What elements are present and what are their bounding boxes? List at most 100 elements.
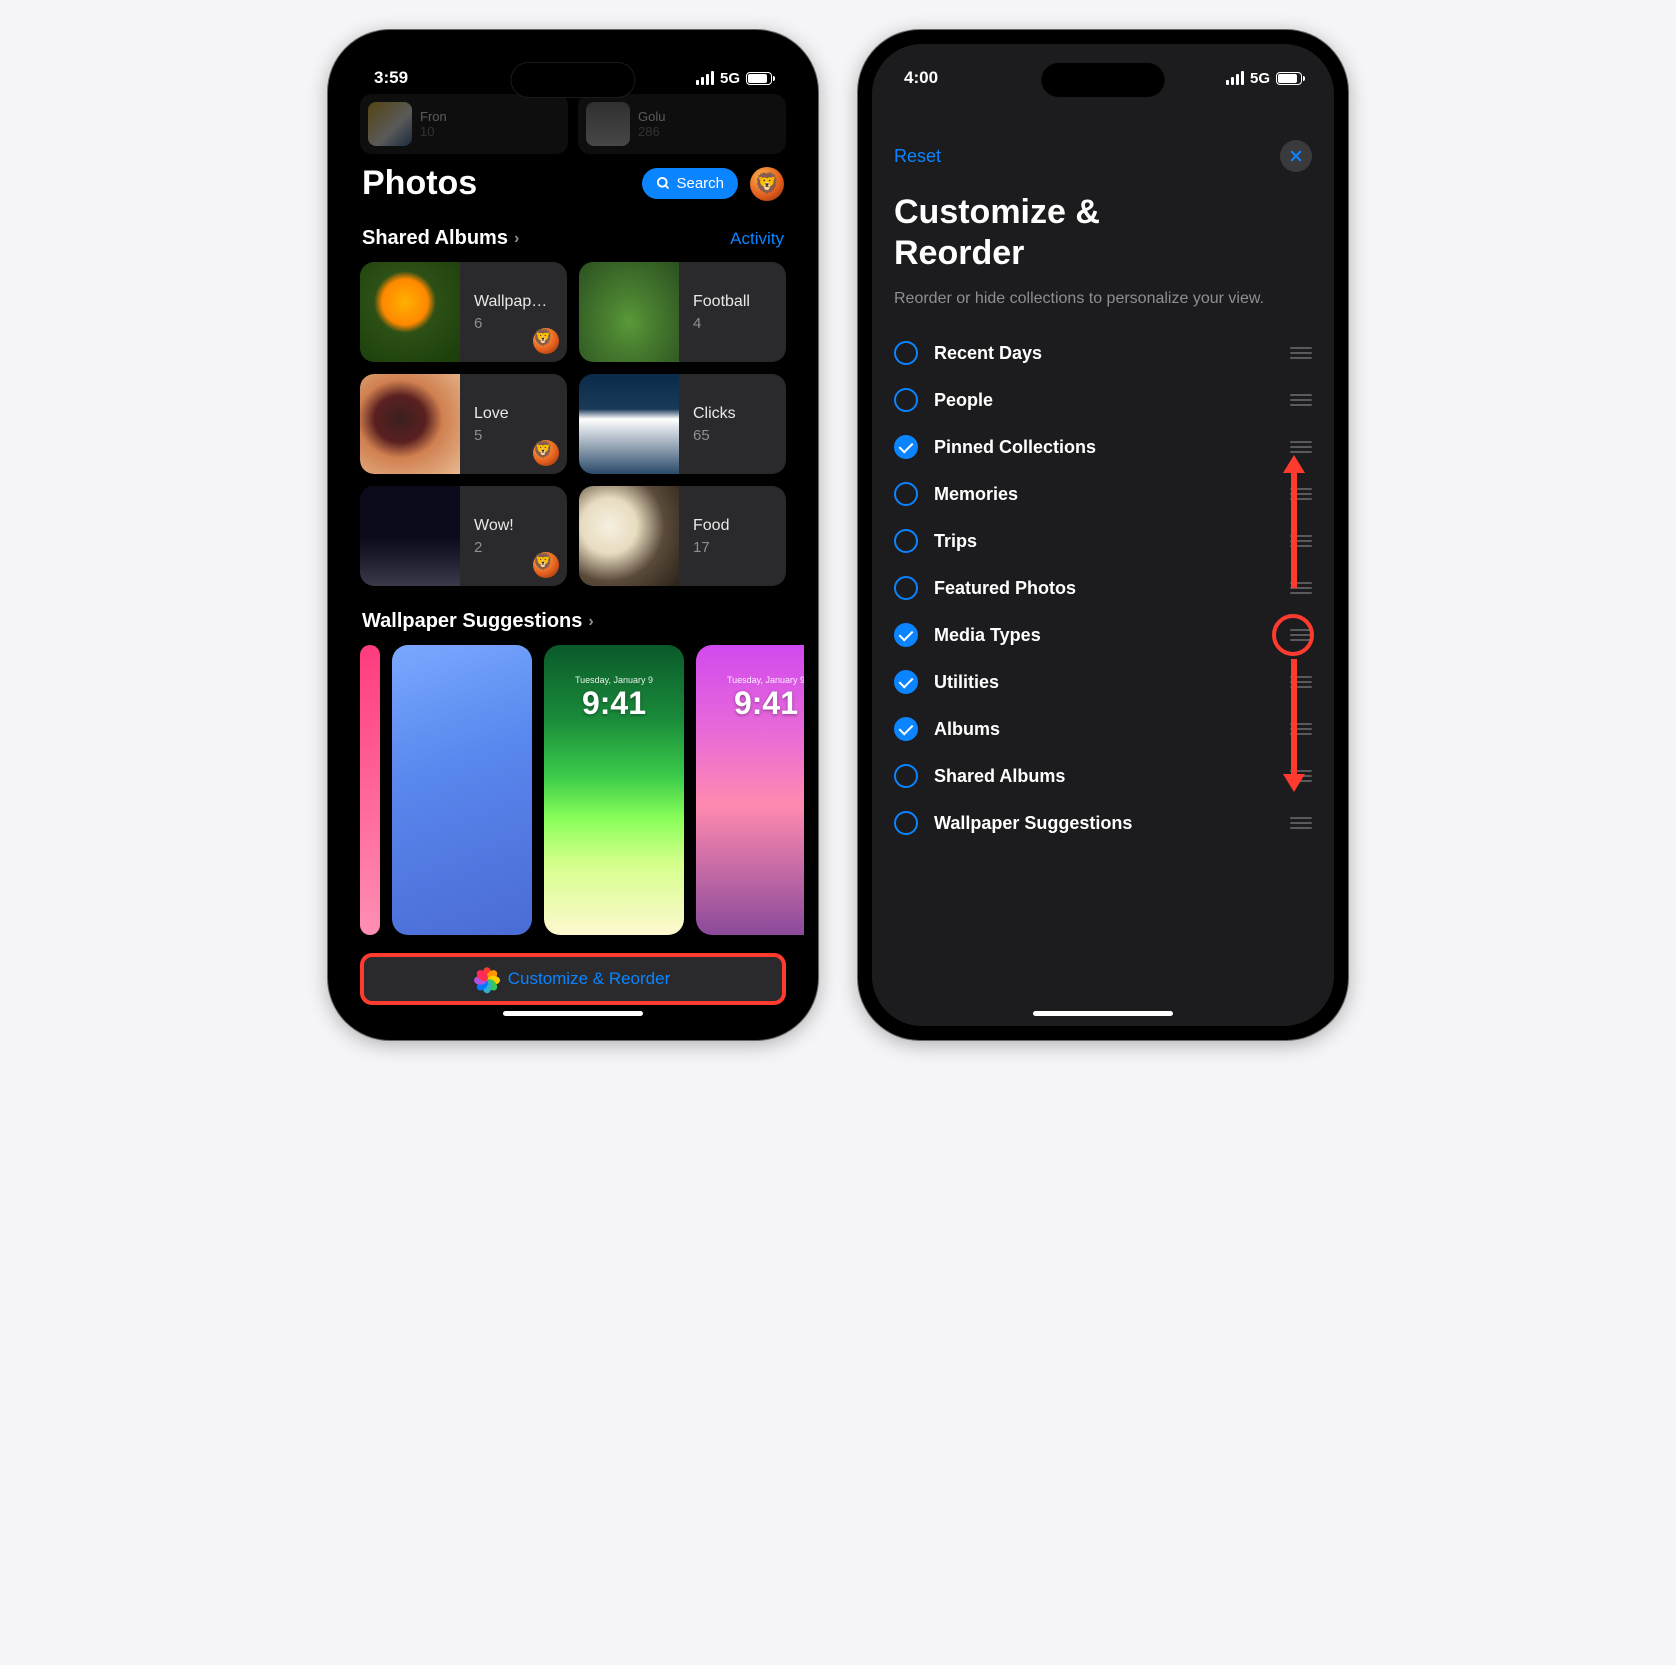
album-name: Food xyxy=(693,517,782,535)
wallpaper-suggestion[interactable] xyxy=(392,645,532,935)
reorder-list: Recent Days People Pinned Collections Me… xyxy=(872,330,1334,847)
album-count: 4 xyxy=(693,315,782,332)
phone-left: 3:59 5G Fron10 Golu286 Photos Sea xyxy=(328,30,818,1040)
album-thumbnail xyxy=(360,486,460,586)
wallpaper-time: 9:41 xyxy=(734,685,798,722)
album-name: Wallpapers xyxy=(474,293,553,311)
checkbox[interactable] xyxy=(894,435,918,459)
page-title: Photos xyxy=(362,164,477,203)
album-card[interactable]: Wallpapers 6 🦁 xyxy=(360,262,567,362)
reorder-row[interactable]: Trips xyxy=(894,518,1312,565)
cellular-icon xyxy=(1226,71,1244,85)
chevron-right-icon: › xyxy=(514,230,519,248)
owner-avatar: 🦁 xyxy=(533,552,559,578)
reorder-row[interactable]: Pinned Collections xyxy=(894,424,1312,471)
dynamic-island xyxy=(511,62,636,98)
album-name: Wow! xyxy=(474,517,553,535)
album-thumbnail xyxy=(579,374,679,474)
customize-reorder-button[interactable]: Customize & Reorder xyxy=(360,953,786,1005)
background-albums-row: Fron10 Golu286 xyxy=(342,94,804,154)
cellular-icon xyxy=(696,71,714,85)
checkbox[interactable] xyxy=(894,529,918,553)
activity-link[interactable]: Activity xyxy=(730,229,784,249)
wallpaper-row[interactable]: Tuesday, January 99:41Tuesday, January 9… xyxy=(342,645,804,935)
row-label: Albums xyxy=(934,719,1274,740)
album-card[interactable]: Wow! 2 🦁 xyxy=(360,486,567,586)
home-indicator[interactable] xyxy=(1033,1011,1173,1016)
home-indicator[interactable] xyxy=(503,1011,643,1016)
wallpaper-date: Tuesday, January 9 xyxy=(727,675,804,685)
battery-icon xyxy=(1276,72,1302,85)
sheet-title: Customize & Reorder xyxy=(872,186,1334,274)
drag-handle-icon[interactable] xyxy=(1290,347,1312,359)
checkbox[interactable] xyxy=(894,811,918,835)
album-count: 17 xyxy=(693,539,782,556)
shared-albums-header[interactable]: Shared Albums › Activity xyxy=(342,217,804,262)
drag-handle-icon[interactable] xyxy=(1290,394,1312,406)
wallpaper-date: Tuesday, January 9 xyxy=(575,675,653,685)
checkbox[interactable] xyxy=(894,670,918,694)
checkbox[interactable] xyxy=(894,623,918,647)
close-icon xyxy=(1289,149,1303,163)
row-label: People xyxy=(934,390,1274,411)
reorder-row[interactable]: Wallpaper Suggestions xyxy=(894,800,1312,847)
search-button[interactable]: Search xyxy=(642,168,738,199)
wallpaper-suggestion[interactable]: Tuesday, January 99:41 xyxy=(696,645,804,935)
checkbox[interactable] xyxy=(894,388,918,412)
owner-avatar: 🦁 xyxy=(533,328,559,354)
reorder-row[interactable]: Memories xyxy=(894,471,1312,518)
row-label: Wallpaper Suggestions xyxy=(934,813,1274,834)
album-card[interactable]: Food 17 xyxy=(579,486,786,586)
album-card[interactable]: Clicks 65 xyxy=(579,374,786,474)
wallpaper-suggestions-header[interactable]: Wallpaper Suggestions › xyxy=(342,586,804,645)
annotation-arrow-up xyxy=(1291,471,1297,588)
reorder-row[interactable]: Featured Photos xyxy=(894,565,1312,612)
row-label: Shared Albums xyxy=(934,766,1274,787)
album-count: 65 xyxy=(693,427,782,444)
reorder-row[interactable]: Shared Albums xyxy=(894,753,1312,800)
customize-label: Customize & Reorder xyxy=(508,969,671,989)
status-time: 3:59 xyxy=(374,68,408,88)
album-thumbnail xyxy=(360,262,460,362)
album-name: Clicks xyxy=(693,405,782,423)
close-button[interactable] xyxy=(1280,140,1312,172)
checkbox[interactable] xyxy=(894,482,918,506)
wallpaper-time: 9:41 xyxy=(582,685,646,722)
reorder-row[interactable]: Media Types xyxy=(894,612,1312,659)
row-label: Featured Photos xyxy=(934,578,1274,599)
checkbox[interactable] xyxy=(894,764,918,788)
dynamic-island xyxy=(1041,62,1166,98)
app-header: Photos Search 🦁 xyxy=(342,154,804,217)
reorder-row[interactable]: Utilities xyxy=(894,659,1312,706)
wallpaper-suggestion[interactable] xyxy=(360,645,380,935)
reorder-row[interactable]: Albums xyxy=(894,706,1312,753)
row-label: Pinned Collections xyxy=(934,437,1274,458)
photos-app-icon xyxy=(476,968,498,990)
status-time: 4:00 xyxy=(904,68,938,88)
album-thumbnail xyxy=(579,262,679,362)
reset-button[interactable]: Reset xyxy=(894,146,941,167)
search-icon xyxy=(656,176,671,191)
checkbox[interactable] xyxy=(894,717,918,741)
album-card[interactable]: Football 4 xyxy=(579,262,786,362)
album-card[interactable]: Love 5 🦁 xyxy=(360,374,567,474)
checkbox[interactable] xyxy=(894,341,918,365)
network-label: 5G xyxy=(1250,70,1270,87)
checkbox[interactable] xyxy=(894,576,918,600)
status-right: 5G xyxy=(1226,70,1302,87)
album-thumbnail xyxy=(579,486,679,586)
screen-photos: 3:59 5G Fron10 Golu286 Photos Sea xyxy=(342,44,804,1026)
battery-icon xyxy=(746,72,772,85)
profile-avatar[interactable]: 🦁 xyxy=(750,167,784,201)
chevron-right-icon: › xyxy=(588,613,593,631)
faded-card: Golu286 xyxy=(578,94,786,154)
row-label: Memories xyxy=(934,484,1274,505)
reorder-row[interactable]: People xyxy=(894,377,1312,424)
album-thumbnail xyxy=(360,374,460,474)
drag-handle-icon[interactable] xyxy=(1290,441,1312,453)
section-title-label: Shared Albums xyxy=(362,227,508,250)
drag-handle-icon[interactable] xyxy=(1290,817,1312,829)
screen-customize: 4:00 5G Reset Customize & Reorder Reorde… xyxy=(872,44,1334,1026)
wallpaper-suggestion[interactable]: Tuesday, January 99:41 xyxy=(544,645,684,935)
reorder-row[interactable]: Recent Days xyxy=(894,330,1312,377)
